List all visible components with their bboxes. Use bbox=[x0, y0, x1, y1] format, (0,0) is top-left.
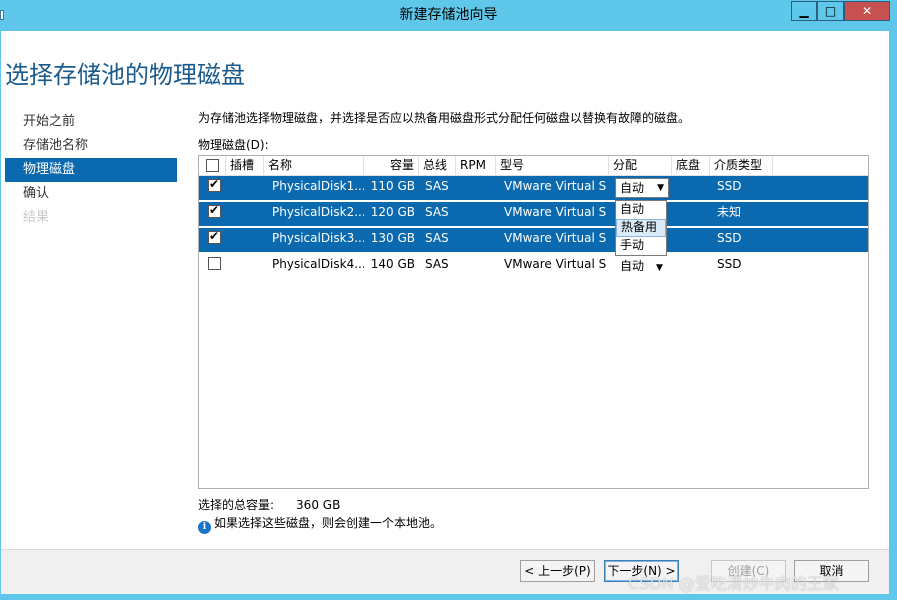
cell-chassis bbox=[677, 202, 710, 226]
table-row[interactable]: PhysicalDisk1... 110 GB SAS VMware Virtu… bbox=[199, 176, 868, 200]
dropdown-option-auto[interactable]: 自动 bbox=[616, 201, 666, 219]
header-model[interactable]: 型号 bbox=[496, 156, 609, 176]
header-rpm[interactable]: RPM bbox=[456, 156, 496, 176]
cell-capacity: 110 GB bbox=[370, 179, 415, 193]
header-name[interactable]: 名称 bbox=[264, 156, 364, 176]
cell-slot bbox=[230, 202, 264, 226]
info-icon: i bbox=[198, 521, 211, 534]
cell-slot bbox=[230, 254, 264, 278]
allocation-dropdown-value: 自动 bbox=[620, 259, 645, 273]
allocation-dropdown-value: 自动 bbox=[620, 181, 645, 195]
header-capacity[interactable]: 容量 bbox=[364, 156, 419, 176]
cell-slot bbox=[230, 228, 264, 252]
cell-rpm bbox=[461, 176, 496, 200]
nav-item-pool-name[interactable]: 存储池名称 bbox=[5, 134, 177, 158]
cell-name: PhysicalDisk4... bbox=[272, 257, 364, 271]
previous-button[interactable]: < 上一步(P) bbox=[520, 560, 595, 582]
table-row[interactable]: PhysicalDisk2... 120 GB SAS VMware Virtu… bbox=[199, 202, 868, 226]
total-capacity-value: 360 GB bbox=[296, 498, 341, 512]
allocation-dropdown[interactable]: 自动 ▼ bbox=[615, 178, 669, 198]
total-capacity-label: 选择的总容量: bbox=[198, 498, 275, 512]
title-bar[interactable]: 新建存储池向导 ▁ □ ✕ bbox=[0, 0, 897, 31]
dropdown-arrow-icon: ▼ bbox=[657, 183, 664, 193]
page-description: 为存储池选择物理磁盘，并选择是否应以热备用磁盘形式分配任何磁盘以替换有故障的磁盘… bbox=[198, 111, 691, 125]
info-message: i 如果选择这些磁盘，则会创建一个本地池。 bbox=[198, 514, 442, 534]
row-checkbox[interactable] bbox=[208, 229, 221, 244]
cell-name: PhysicalDisk2... bbox=[272, 205, 364, 219]
minimize-button[interactable]: ▁ bbox=[791, 1, 817, 21]
cell-slot bbox=[230, 176, 264, 200]
header-media-type[interactable]: 介质类型 bbox=[710, 156, 773, 176]
info-text: 如果选择这些磁盘，则会创建一个本地池。 bbox=[214, 516, 443, 530]
header-chassis[interactable]: 底盘 bbox=[672, 156, 710, 176]
page-title: 选择存储池的物理磁盘 bbox=[5, 61, 245, 89]
cell-bus: SAS bbox=[425, 205, 449, 219]
cell-name: PhysicalDisk1... bbox=[272, 179, 364, 193]
cell-bus: SAS bbox=[425, 179, 449, 193]
row-checkbox[interactable] bbox=[208, 203, 221, 218]
header-bus[interactable]: 总线 bbox=[419, 156, 456, 176]
nav-item-before-you-begin[interactable]: 开始之前 bbox=[5, 110, 177, 134]
cell-model: VMware Virtual S bbox=[504, 257, 607, 271]
cell-bus: SAS bbox=[425, 231, 449, 245]
dropdown-arrow-icon: ▼ bbox=[656, 263, 663, 273]
cell-capacity: 120 GB bbox=[370, 205, 415, 219]
cell-name: PhysicalDisk3... bbox=[272, 231, 364, 245]
cell-media-type: 未知 bbox=[717, 205, 742, 219]
window-title: 新建存储池向导 bbox=[399, 7, 498, 23]
allocation-dropdown[interactable]: 自动 ▼ bbox=[620, 256, 663, 278]
nav-item-confirmation[interactable]: 确认 bbox=[5, 182, 177, 206]
table-row[interactable]: PhysicalDisk3... 130 GB SAS VMware Virtu… bbox=[199, 228, 868, 252]
row-checkbox[interactable] bbox=[208, 257, 221, 270]
cell-capacity: 140 GB bbox=[370, 257, 415, 271]
row-checkbox[interactable] bbox=[208, 177, 221, 192]
wizard-window: 新建存储池向导 ▁ □ ✕ 选择存储池的物理磁盘 开始之前 存储池名称 物理磁盘… bbox=[0, 0, 897, 600]
cell-model: VMware Virtual S bbox=[504, 179, 607, 193]
nav-item-results: 结果 bbox=[23, 210, 50, 225]
cell-media-type: SSD bbox=[717, 257, 742, 271]
dropdown-option-hot-spare[interactable]: 热备用 bbox=[616, 219, 666, 237]
cell-rpm bbox=[461, 228, 496, 252]
cell-chassis bbox=[677, 176, 710, 200]
select-all-checkbox[interactable] bbox=[206, 159, 219, 172]
cell-media-type: SSD bbox=[717, 231, 742, 245]
cell-chassis bbox=[677, 254, 710, 278]
cell-chassis bbox=[677, 228, 710, 252]
header-allocation[interactable]: 分配 bbox=[609, 156, 672, 176]
cell-media-type: SSD bbox=[717, 179, 742, 193]
header-select-all[interactable] bbox=[199, 156, 226, 176]
cell-rpm bbox=[461, 202, 496, 226]
dropdown-option-manual[interactable]: 手动 bbox=[616, 237, 666, 255]
cell-bus: SAS bbox=[425, 257, 449, 271]
cell-capacity: 130 GB bbox=[370, 231, 415, 245]
cell-model: VMware Virtual S bbox=[504, 231, 607, 245]
table-row[interactable]: PhysicalDisk4... 140 GB SAS VMware Virtu… bbox=[199, 254, 868, 278]
table-header: 插槽 名称 容量 总线 RPM 型号 分配 底盘 介质类型 bbox=[199, 156, 868, 176]
header-slot[interactable]: 插槽 bbox=[226, 156, 264, 176]
allocation-dropdown-list[interactable]: 自动 热备用 手动 bbox=[615, 200, 667, 256]
maximize-button[interactable]: □ bbox=[817, 1, 844, 21]
nav-item-physical-disks[interactable]: 物理磁盘 bbox=[5, 158, 177, 182]
cell-model: VMware Virtual S bbox=[504, 205, 607, 219]
wizard-nav: 开始之前 存储池名称 物理磁盘 确认 结果 bbox=[5, 110, 177, 230]
total-capacity: 选择的总容量: 360 GB bbox=[198, 496, 340, 513]
disk-table[interactable]: 插槽 名称 容量 总线 RPM 型号 分配 底盘 介质类型 PhysicalDi… bbox=[198, 155, 869, 489]
cell-rpm bbox=[461, 254, 496, 278]
disk-list-label: 物理磁盘(D): bbox=[198, 138, 269, 152]
close-button[interactable]: ✕ bbox=[844, 1, 890, 21]
watermark: CSDN @爱吃清炒牛肉的王家 bbox=[628, 574, 839, 593]
